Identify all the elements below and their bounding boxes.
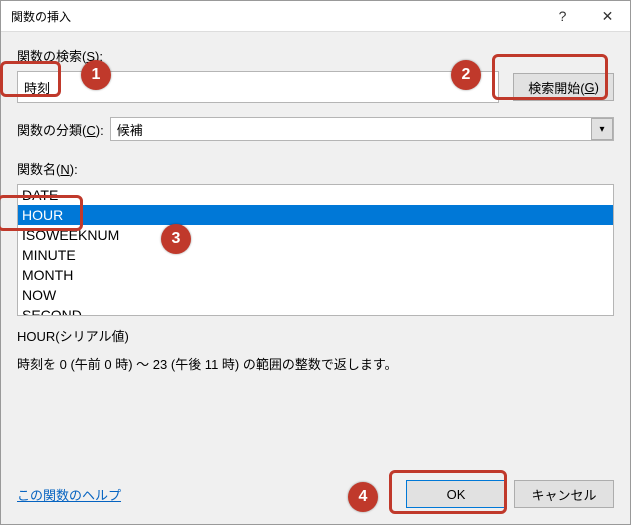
search-go-acc: G: [585, 80, 595, 95]
list-item[interactable]: SECOND: [18, 305, 613, 316]
search-label: 関数の検索(S):: [17, 46, 614, 65]
search-input[interactable]: [17, 71, 499, 103]
list-item[interactable]: DATE: [18, 185, 613, 205]
funcname-prefix: 関数名(: [17, 162, 60, 177]
close-icon[interactable]: ✕: [585, 1, 630, 31]
category-select[interactable]: [110, 117, 614, 141]
category-label-prefix: 関数の分類(: [17, 123, 86, 138]
list-item[interactable]: MINUTE: [18, 245, 613, 265]
ok-button[interactable]: OK: [406, 480, 506, 508]
insert-function-dialog: 関数の挿入 ? ✕ 関数の検索(S): 検索開始(G) 関数の分類(C): ▾: [0, 0, 631, 525]
category-row: 関数の分類(C): ▾: [17, 117, 614, 141]
cancel-button[interactable]: キャンセル: [514, 480, 614, 508]
function-name-label: 関数名(N):: [17, 159, 614, 178]
funcname-suffix: ):: [70, 162, 78, 177]
search-label-suffix: ):: [95, 49, 103, 64]
help-icon[interactable]: ?: [540, 1, 585, 31]
dialog-footer: この関数のヘルプ OK キャンセル: [17, 480, 614, 508]
category-label: 関数の分類(C):: [17, 120, 104, 139]
chevron-down-icon[interactable]: ▾: [591, 118, 613, 140]
dialog-content: 関数の検索(S): 検索開始(G) 関数の分類(C): ▾ 関数名(N): DA…: [1, 32, 630, 376]
search-go-button[interactable]: 検索開始(G): [513, 73, 614, 101]
list-item[interactable]: ISOWEEKNUM: [18, 225, 613, 245]
search-go-suffix: ): [595, 80, 599, 95]
window-title: 関数の挿入: [11, 8, 540, 25]
category-label-acc: C: [86, 123, 95, 138]
titlebar: 関数の挿入 ? ✕: [1, 1, 630, 32]
list-item[interactable]: MONTH: [18, 265, 613, 285]
function-description: 時刻を 0 (午前 0 時) ～ 23 (午後 11 時) の範囲の整数で返しま…: [17, 354, 614, 376]
search-label-acc: S: [86, 49, 95, 64]
function-listbox[interactable]: DATEHOURISOWEEKNUMMINUTEMONTHNOWSECOND: [17, 184, 614, 316]
category-select-wrap: ▾: [110, 117, 614, 141]
search-label-prefix: 関数の検索(: [17, 49, 86, 64]
list-item[interactable]: NOW: [18, 285, 613, 305]
search-row: 検索開始(G): [17, 71, 614, 103]
category-label-suffix: ):: [96, 123, 104, 138]
list-item[interactable]: HOUR: [18, 205, 613, 225]
help-link[interactable]: この関数のヘルプ: [17, 485, 121, 504]
search-go-prefix: 検索開始(: [528, 78, 584, 97]
funcname-acc: N: [60, 162, 69, 177]
function-signature: HOUR(シリアル値): [17, 326, 614, 348]
